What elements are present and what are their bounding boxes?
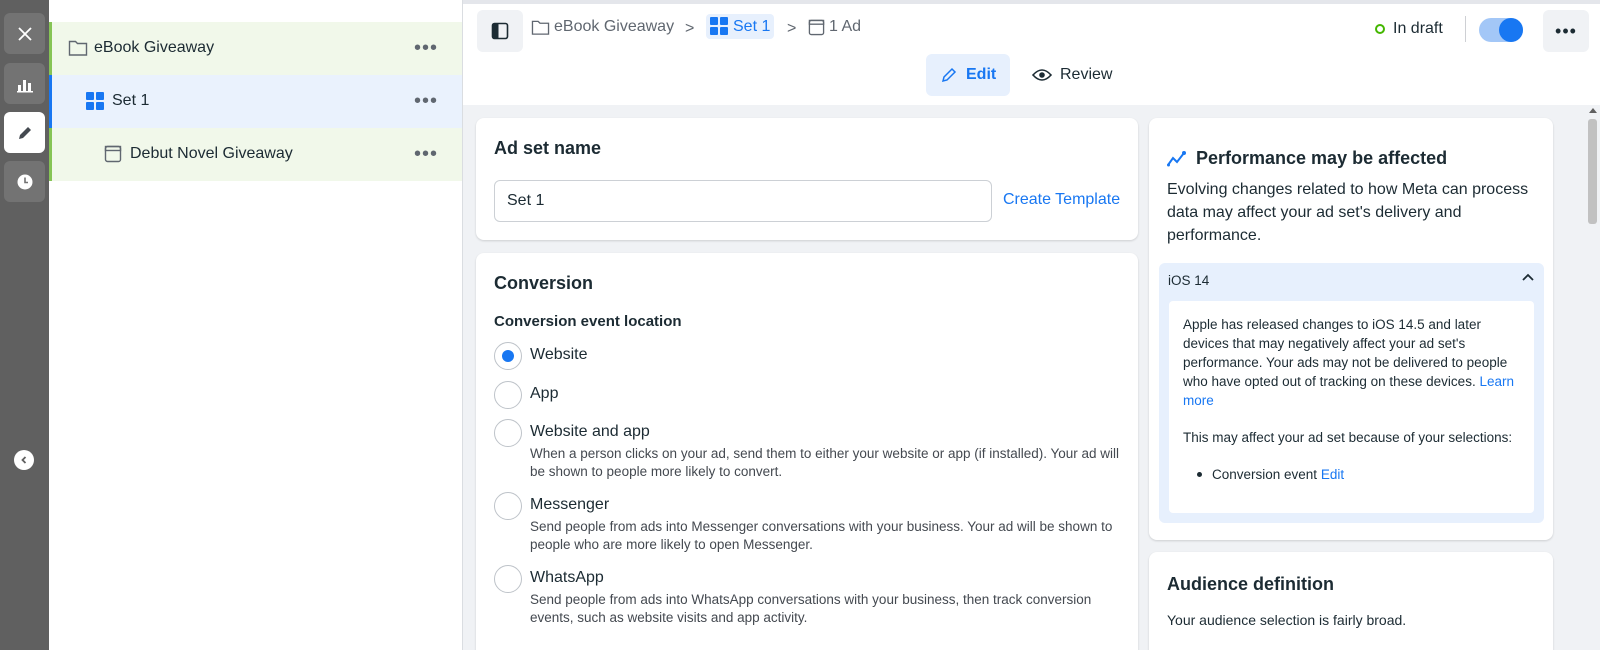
folder-icon <box>68 39 88 57</box>
pencil-icon <box>940 66 958 84</box>
tree-item-ad[interactable]: Debut Novel Giveaway ••• <box>49 128 462 181</box>
ios-section-title: iOS 14 <box>1168 273 1210 288</box>
divider <box>1465 16 1466 42</box>
breadcrumb-label: eBook Giveaway <box>554 18 675 35</box>
radio-label: Website <box>530 346 588 363</box>
radio-description: When a person clicks on your ad, send th… <box>530 446 1120 479</box>
tree-item-label: Debut Novel Giveaway <box>130 145 293 162</box>
create-template-link[interactable]: Create Template <box>1003 191 1120 209</box>
status-badge: In draft <box>1375 20 1443 38</box>
conversion-title: Conversion <box>494 273 594 293</box>
adset-name-title: Ad set name <box>494 138 602 158</box>
ad-icon <box>808 19 825 36</box>
tab-label: Edit <box>966 66 997 83</box>
rail-item-edit[interactable] <box>4 112 45 153</box>
collapse-button[interactable] <box>14 450 34 470</box>
close-button[interactable] <box>4 13 45 54</box>
scrollbar[interactable] <box>1585 105 1600 650</box>
tab-edit[interactable]: Edit <box>926 54 1011 96</box>
adset-name-input[interactable] <box>494 180 992 222</box>
ios-body-text: Apple has released changes to iOS 14.5 a… <box>1183 317 1508 389</box>
more-options-icon[interactable]: ••• <box>414 38 438 58</box>
list-item-label: Conversion event <box>1212 467 1318 482</box>
performance-title-text: Performance may be affected <box>1196 148 1448 168</box>
scroll-up-icon[interactable] <box>1589 108 1597 113</box>
pencil-icon <box>18 126 31 139</box>
more-options-icon[interactable]: ••• <box>414 91 438 111</box>
radio-button[interactable] <box>494 342 522 370</box>
audience-text: Your audience selection is fairly broad. <box>1167 612 1407 628</box>
radio-label: App <box>530 385 559 402</box>
list-item: Conversion event Edit <box>1183 465 1520 484</box>
radio-label: WhatsApp <box>530 569 604 586</box>
campaign-tree: eBook Giveaway ••• Set 1 ••• Debut Novel… <box>49 0 463 650</box>
tab-label: Review <box>1060 66 1113 83</box>
tab-review[interactable]: Review <box>1018 54 1126 96</box>
audience-card: Audience definition Your audience select… <box>1149 552 1553 650</box>
breadcrumb-separator: > <box>685 20 695 37</box>
tree-item-label: Set 1 <box>112 92 150 109</box>
radio-button[interactable] <box>494 565 522 593</box>
conversion-location-label: Conversion event location <box>494 313 682 330</box>
rail-item-reporting[interactable] <box>4 63 45 104</box>
audience-title: Audience definition <box>1167 574 1335 594</box>
breadcrumb-ad[interactable]: 1 Ad <box>808 18 861 36</box>
tree-item-adset[interactable]: Set 1 ••• <box>49 75 462 128</box>
adset-name-card: Ad set name Create Template <box>476 118 1138 240</box>
breadcrumb-label: Set 1 <box>733 17 771 35</box>
breadcrumb-campaign[interactable]: eBook Giveaway <box>531 18 674 36</box>
scrollbar-thumb[interactable] <box>1588 119 1597 224</box>
editor-header: eBook Giveaway > Set 1 > 1 Ad In draft •… <box>463 0 1600 105</box>
publish-toggle[interactable] <box>1479 18 1523 42</box>
ios-14-section: iOS 14 Apple has released changes to iOS… <box>1159 263 1544 523</box>
radio-button[interactable] <box>494 419 522 447</box>
grid-icon <box>710 17 729 36</box>
ad-icon <box>104 145 122 163</box>
sidebar-toggle-button[interactable] <box>477 10 523 52</box>
breadcrumb-label: 1 Ad <box>829 18 862 35</box>
clock-icon <box>17 174 32 189</box>
performance-text: Evolving changes related to how Meta can… <box>1167 181 1529 244</box>
status-dot-icon <box>1375 24 1385 34</box>
chevron-up-icon[interactable] <box>1522 273 1534 281</box>
chevron-left-icon <box>21 456 27 464</box>
radio-description: Send people from ads into Messenger conv… <box>530 519 1113 552</box>
ios-body-paragraph: Apple has released changes to iOS 14.5 a… <box>1183 315 1520 410</box>
folder-icon <box>531 19 550 36</box>
breadcrumb-separator: > <box>787 20 797 37</box>
left-rail <box>0 0 49 650</box>
status-label: In draft <box>1393 20 1443 37</box>
more-options-icon[interactable]: ••• <box>414 144 438 164</box>
editor-content: Ad set name Create Template Conversion C… <box>463 105 1600 650</box>
tree-item-campaign[interactable]: eBook Giveaway ••• <box>49 22 462 75</box>
radio-button[interactable] <box>494 492 522 520</box>
bullet-icon <box>1197 472 1202 477</box>
ios-selections-text: This may affect your ad set because of y… <box>1183 430 1513 445</box>
radio-description: Send people from ads into WhatsApp conve… <box>530 592 1092 625</box>
radio-label: Website and app <box>530 423 650 440</box>
conversion-card: Conversion Conversion event location Web… <box>476 253 1138 650</box>
performance-title: Performance may be affected <box>1167 148 1447 169</box>
edit-conversion-link[interactable]: Edit <box>1321 465 1344 484</box>
radio-label: Messenger <box>530 496 610 513</box>
more-actions-button[interactable]: ••• <box>1543 10 1589 52</box>
grid-icon <box>86 92 105 111</box>
performance-card: Performance may be affected Evolving cha… <box>1149 118 1553 540</box>
breadcrumb-adset[interactable]: Set 1 <box>706 14 775 39</box>
tree-item-label: eBook Giveaway <box>94 39 215 56</box>
trend-icon <box>1167 150 1187 168</box>
sidebar-toggle-icon <box>491 22 509 40</box>
ios-section-body: Apple has released changes to iOS 14.5 a… <box>1169 301 1534 513</box>
close-icon <box>17 26 32 41</box>
eye-icon <box>1032 68 1052 82</box>
radio-button[interactable] <box>494 381 522 409</box>
chart-icon <box>16 79 33 92</box>
rail-item-history[interactable] <box>4 161 45 202</box>
